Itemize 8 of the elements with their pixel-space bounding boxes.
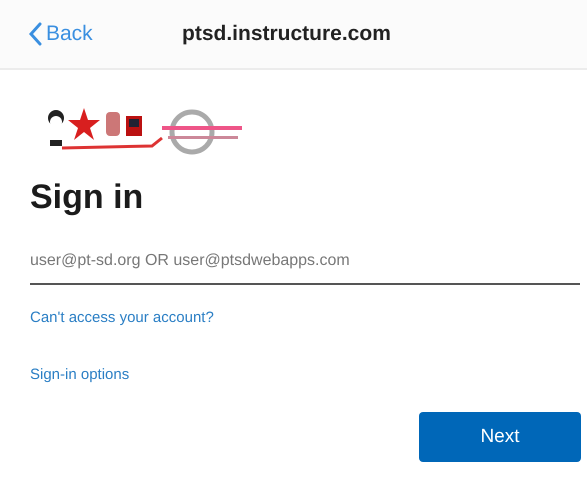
sign-in-heading: Sign in [30, 177, 144, 218]
sign-in-options-link[interactable]: Sign-in options [30, 364, 130, 386]
next-button[interactable]: Next [419, 412, 581, 462]
back-button[interactable]: Back [28, 18, 118, 50]
back-chevron-icon [28, 22, 42, 46]
email-field[interactable]: user@pt-sd.org OR user@ptsdwebapps.com [30, 239, 580, 285]
page-title: ptsd.instructure.com [182, 21, 391, 48]
account-help-link[interactable]: Can't access your account? [30, 307, 214, 330]
